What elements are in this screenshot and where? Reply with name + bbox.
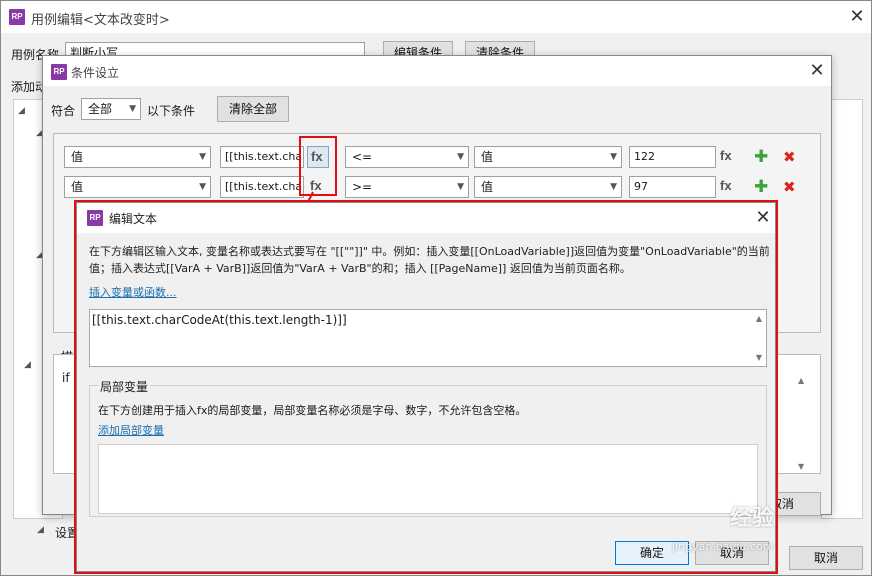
- scroll-down-icon[interactable]: ▼: [798, 462, 804, 471]
- watermark-url: jingyan.baidu.com: [672, 540, 774, 553]
- scroll-up-icon[interactable]: ▲: [798, 376, 804, 385]
- watermark-text: 经验: [730, 506, 775, 531]
- edit-window-highlight-box: [74, 200, 778, 574]
- watermark-logo: 经验: [730, 500, 774, 532]
